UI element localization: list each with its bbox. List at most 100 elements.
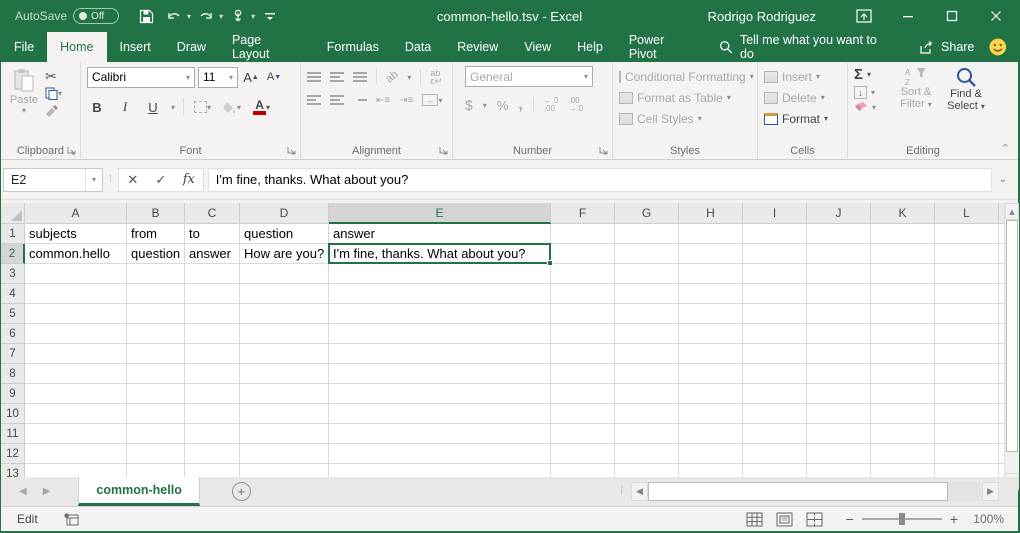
cell-B5[interactable] <box>127 304 185 324</box>
wrap-text-icon[interactable]: abc↵ <box>430 69 442 85</box>
zoom-slider[interactable] <box>862 518 942 520</box>
cell-G4[interactable] <box>615 284 679 304</box>
cell-E10[interactable] <box>329 404 551 424</box>
cell-F11[interactable] <box>551 424 615 444</box>
cell-L7[interactable] <box>935 344 999 364</box>
touch-mode-dropdown-icon[interactable]: ▾ <box>251 12 255 21</box>
cell-C10[interactable] <box>185 404 240 424</box>
splitter-dots[interactable]: ⁞ <box>620 486 623 497</box>
cell-I7[interactable] <box>743 344 807 364</box>
align-left-icon[interactable] <box>307 95 321 105</box>
delete-cells-button[interactable]: Delete▾ <box>764 87 843 108</box>
cell-D1[interactable]: question <box>240 224 329 244</box>
column-header-C[interactable]: C <box>185 203 240 224</box>
align-right-icon[interactable] <box>353 95 367 105</box>
cut-icon[interactable]: ✂ <box>45 70 62 82</box>
cell-B13[interactable] <box>127 464 185 477</box>
cell-D2[interactable]: How are you? <box>240 244 329 264</box>
cell-K10[interactable] <box>871 404 935 424</box>
column-header-J[interactable]: J <box>807 203 871 224</box>
cell-K6[interactable] <box>871 324 935 344</box>
cell-E11[interactable] <box>329 424 551 444</box>
italic-button[interactable]: I <box>115 96 135 118</box>
format-cells-button[interactable]: Format▾ <box>764 108 843 129</box>
cell-A10[interactable] <box>25 404 127 424</box>
cell-G5[interactable] <box>615 304 679 324</box>
cell-H1[interactable] <box>679 224 743 244</box>
cell-K2[interactable] <box>871 244 935 264</box>
format-as-table-button[interactable]: Format as Table▾ <box>619 87 753 108</box>
bold-button[interactable]: B <box>87 96 107 118</box>
tab-page-layout[interactable]: Page Layout <box>219 32 314 62</box>
tab-formulas[interactable]: Formulas <box>314 32 392 62</box>
formula-input[interactable]: I'm fine, thanks. What about you? <box>208 168 992 192</box>
cell-F10[interactable] <box>551 404 615 424</box>
cell-C2[interactable]: answer <box>185 244 240 264</box>
increase-indent-icon[interactable]: ⇥≡ <box>399 95 413 106</box>
cell-G8[interactable] <box>615 364 679 384</box>
borders-button[interactable]: ▾ <box>192 96 213 118</box>
cell-F2[interactable] <box>551 244 615 264</box>
cell-C5[interactable] <box>185 304 240 324</box>
column-header-A[interactable]: A <box>25 203 127 224</box>
normal-view-icon[interactable] <box>740 508 770 530</box>
cell-A7[interactable] <box>25 344 127 364</box>
insert-function-icon[interactable]: fx <box>175 172 203 187</box>
column-header-H[interactable]: H <box>679 203 743 224</box>
cell-G12[interactable] <box>615 444 679 464</box>
scroll-up-icon[interactable]: ▲ <box>1005 203 1019 220</box>
cancel-entry-icon[interactable]: ✕ <box>119 172 147 188</box>
cell-E4[interactable] <box>329 284 551 304</box>
cell-B3[interactable] <box>127 264 185 284</box>
cell-G7[interactable] <box>615 344 679 364</box>
orientation-icon[interactable]: ab <box>384 69 401 86</box>
cell-H3[interactable] <box>679 264 743 284</box>
cell-J6[interactable] <box>807 324 871 344</box>
cell-J5[interactable] <box>807 304 871 324</box>
cell-L9[interactable] <box>935 384 999 404</box>
decrease-font-size-button[interactable]: A▼ <box>264 66 284 88</box>
tab-help[interactable]: Help <box>564 32 616 62</box>
decrease-indent-icon[interactable]: ⇤≡ <box>376 95 390 106</box>
cell-I8[interactable] <box>743 364 807 384</box>
cell-E5[interactable] <box>329 304 551 324</box>
cell-A4[interactable] <box>25 284 127 304</box>
undo-dropdown-icon[interactable]: ▾ <box>187 12 191 21</box>
decrease-decimal-icon[interactable]: .00→.0 <box>569 97 584 113</box>
cell-E7[interactable] <box>329 344 551 364</box>
column-header-L[interactable]: L <box>935 203 999 224</box>
cell-F8[interactable] <box>551 364 615 384</box>
cell-I10[interactable] <box>743 404 807 424</box>
cell-K12[interactable] <box>871 444 935 464</box>
cell-A9[interactable] <box>25 384 127 404</box>
cell-A1[interactable]: subjects <box>25 224 127 244</box>
merge-center-button[interactable]: ↔ ▾ <box>422 94 442 106</box>
cell-I4[interactable] <box>743 284 807 304</box>
row-header-4[interactable]: 4 <box>1 284 25 304</box>
cell-D11[interactable] <box>240 424 329 444</box>
cell-I11[interactable] <box>743 424 807 444</box>
cell-C7[interactable] <box>185 344 240 364</box>
cell-C3[interactable] <box>185 264 240 284</box>
cell-A8[interactable] <box>25 364 127 384</box>
cell-K7[interactable] <box>871 344 935 364</box>
alignment-dialog-launcher-icon[interactable] <box>439 146 449 156</box>
row-header-7[interactable]: 7 <box>1 344 25 364</box>
cell-D9[interactable] <box>240 384 329 404</box>
cell-I12[interactable] <box>743 444 807 464</box>
cell-D13[interactable] <box>240 464 329 477</box>
confirm-entry-icon[interactable]: ✓ <box>147 172 175 188</box>
cell-I5[interactable] <box>743 304 807 324</box>
tell-me-box[interactable]: Tell me what you want to do <box>707 32 903 62</box>
tab-file[interactable]: File <box>1 32 47 62</box>
cell-D6[interactable] <box>240 324 329 344</box>
cell-B12[interactable] <box>127 444 185 464</box>
cell-L8[interactable] <box>935 364 999 384</box>
cell-K1[interactable] <box>871 224 935 244</box>
cell-J10[interactable] <box>807 404 871 424</box>
cell-L6[interactable] <box>935 324 999 344</box>
cell-K8[interactable] <box>871 364 935 384</box>
tab-data[interactable]: Data <box>392 32 444 62</box>
cell-F6[interactable] <box>551 324 615 344</box>
cell-B1[interactable]: from <box>127 224 185 244</box>
